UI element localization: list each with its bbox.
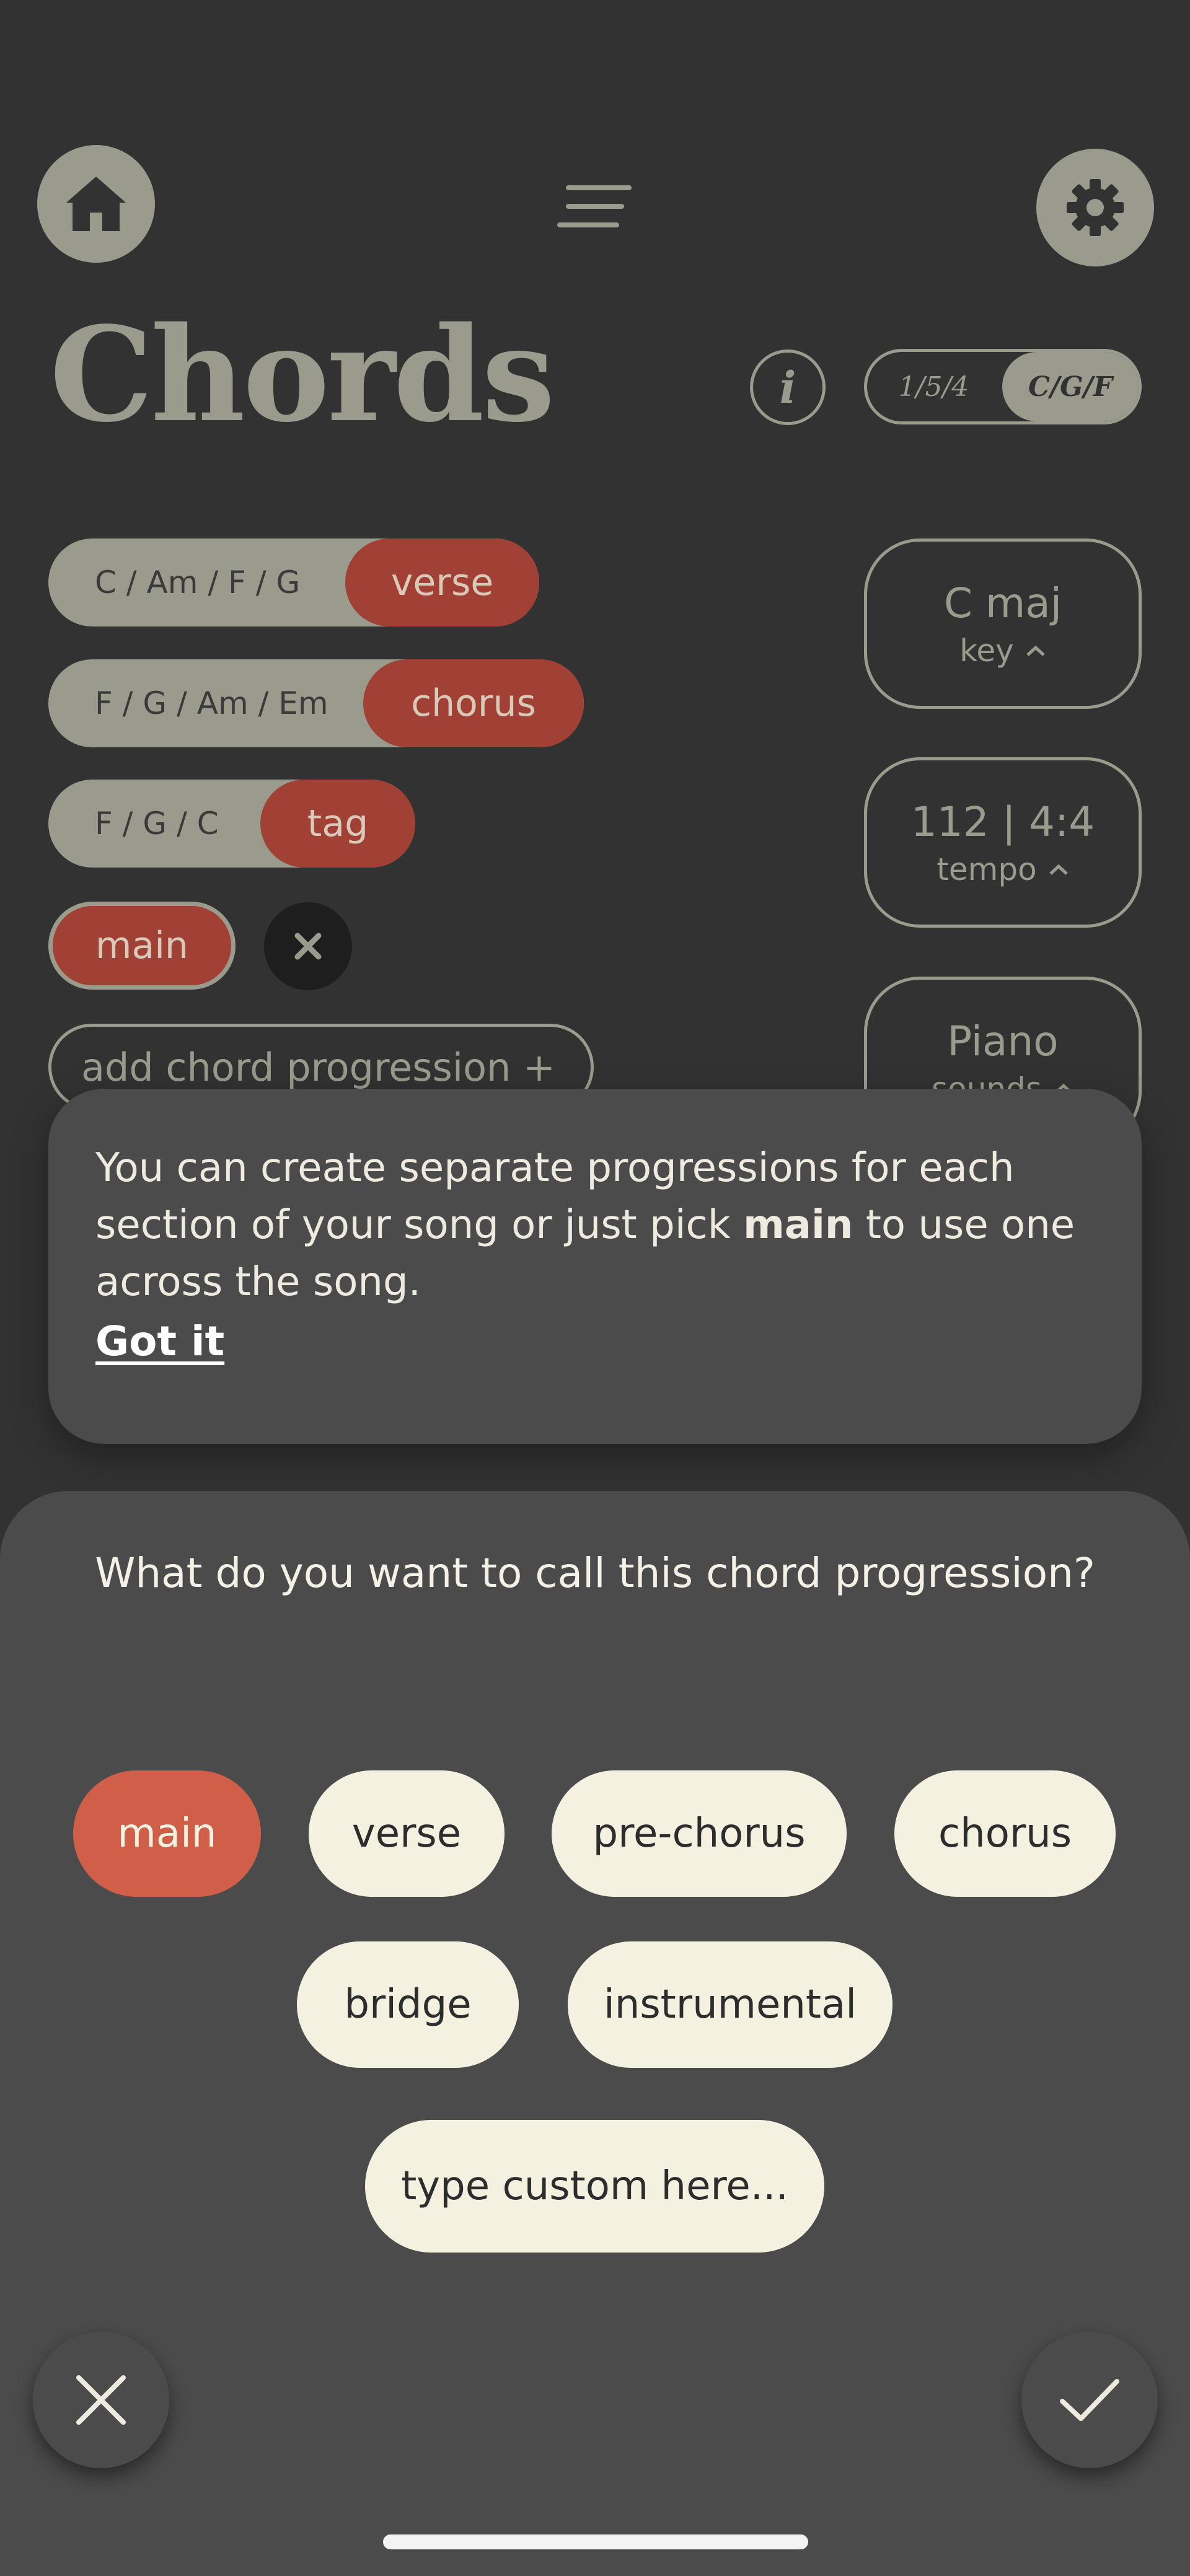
toggle-option-letters[interactable]: C/G/F <box>1002 352 1139 421</box>
tempo-value: 112 | 4:4 <box>910 798 1095 846</box>
home-button[interactable] <box>37 145 155 263</box>
hint-text-bold: main <box>743 1202 853 1248</box>
remove-progression-button[interactable] <box>264 902 352 990</box>
settings-button[interactable] <box>1036 149 1154 266</box>
menu-button[interactable] <box>555 180 635 235</box>
custom-name-input[interactable]: type custom here... <box>365 2120 824 2253</box>
confirm-button[interactable] <box>1021 2332 1158 2468</box>
key-label-row: key <box>959 633 1046 669</box>
home-icon <box>66 177 126 231</box>
checkmark-icon <box>1060 2379 1119 2421</box>
option-bridge[interactable]: bridge <box>297 1941 519 2068</box>
progression-chords: C / Am / F / G <box>95 565 301 600</box>
progression-item[interactable]: F / G / Am / Em chorus <box>48 659 584 747</box>
progression-item[interactable]: F / G / C tag <box>48 780 415 868</box>
option-instrumental[interactable]: instrumental <box>568 1941 892 2068</box>
option-verse[interactable]: verse <box>309 1770 505 1897</box>
info-button[interactable]: i <box>750 349 826 425</box>
page-title: Chords <box>50 298 555 451</box>
close-icon <box>76 2375 126 2425</box>
notation-toggle[interactable]: 1/5/4 C/G/F <box>864 349 1142 424</box>
progression-chords: F / G / C <box>95 806 219 842</box>
got-it-link[interactable]: Got it <box>95 1311 224 1373</box>
close-icon <box>294 933 322 960</box>
option-chorus[interactable]: chorus <box>894 1770 1116 1897</box>
tempo-card[interactable]: 112 | 4:4 tempo <box>864 757 1142 928</box>
home-indicator <box>383 2534 808 2549</box>
gear-icon <box>1067 179 1124 236</box>
sounds-value: Piano <box>947 1017 1059 1065</box>
key-label: key <box>959 633 1014 669</box>
cancel-button[interactable] <box>33 2332 169 2468</box>
toggle-option-numbers[interactable]: 1/5/4 <box>867 352 1000 421</box>
tempo-label-row: tempo <box>937 851 1069 887</box>
progression-chords: F / G / Am / Em <box>95 685 328 721</box>
progression-item[interactable]: C / Am / F / G verse <box>48 538 539 626</box>
new-progression-pill[interactable]: main <box>48 902 236 990</box>
progression-section-tag: tag <box>260 780 415 868</box>
hint-text: You can create separate progressions for… <box>95 1140 1095 1311</box>
option-pre-chorus[interactable]: pre-chorus <box>552 1770 847 1897</box>
key-card[interactable]: C maj key <box>864 538 1142 709</box>
key-value: C maj <box>943 579 1062 627</box>
option-main[interactable]: main <box>73 1770 261 1897</box>
progression-section-tag: verse <box>345 538 539 626</box>
chevron-up-icon <box>1049 864 1068 875</box>
info-icon: i <box>779 361 796 413</box>
chevron-up-icon <box>1026 645 1045 656</box>
menu-icon <box>557 185 632 227</box>
tempo-label: tempo <box>937 851 1037 888</box>
sheet-question: What do you want to call this chord prog… <box>95 1549 1095 1597</box>
hint-tooltip: You can create separate progressions for… <box>48 1089 1142 1444</box>
progression-section-tag: chorus <box>363 659 584 747</box>
